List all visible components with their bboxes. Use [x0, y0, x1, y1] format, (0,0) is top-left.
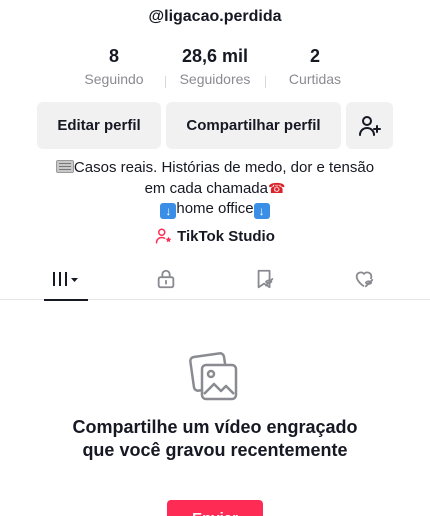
share-profile-button[interactable]: Compartilhar perfil [166, 102, 341, 149]
stat-followers-label: Seguidores [179, 71, 251, 87]
profile-page: @ligacao.perdida 8 Seguindo 28,6 mil Seg… [0, 0, 430, 516]
profile-username: @ligacao.perdida [148, 8, 282, 25]
tiktok-studio-label: TikTok Studio [177, 227, 275, 245]
tab-videos[interactable] [44, 258, 88, 301]
bio-line-1: Casos reais. Histórias de medo, dor e te… [0, 158, 430, 178]
telephone-icon: ☎ [267, 180, 286, 196]
active-tab-indicator [44, 299, 88, 301]
tab-private[interactable] [144, 258, 188, 300]
profile-stats: 8 Seguindo 28,6 mil Seguidores 2 Curtida… [0, 46, 430, 92]
edit-profile-button[interactable]: Editar perfil [37, 102, 161, 149]
profile-bio: Casos reais. Histórias de medo, dor e te… [0, 158, 430, 219]
stat-likes[interactable]: 2 Curtidas [265, 46, 365, 88]
add-user-icon [358, 115, 381, 136]
down-arrow-icon: ↓ [160, 203, 177, 219]
stat-likes-value: 2 [309, 46, 320, 66]
photos-icon [189, 352, 238, 401]
stat-followers[interactable]: 28,6 mil Seguidores [165, 46, 265, 88]
stat-following[interactable]: 8 Seguindo [64, 46, 164, 88]
stat-likes-label: Curtidas [288, 71, 342, 87]
grid-bars-icon [53, 272, 78, 286]
add-friend-button[interactable] [346, 102, 393, 149]
down-arrow-icon: ↓ [253, 203, 270, 219]
lock-icon [157, 269, 175, 289]
stat-following-value: 8 [108, 46, 119, 66]
repost-hidden-icon [257, 269, 274, 289]
profile-tabs [0, 258, 430, 301]
newspaper-icon [55, 160, 74, 173]
tab-reposts[interactable] [243, 258, 287, 300]
stat-followers-value: 28,6 mil [181, 46, 249, 66]
heart-hidden-icon [355, 271, 374, 288]
tiktok-studio-link[interactable]: TikTok Studio [0, 226, 430, 246]
upload-button[interactable]: Enviar [167, 500, 263, 516]
stat-following-label: Seguindo [84, 71, 144, 87]
person-star-icon [155, 228, 172, 244]
bio-line-3: ↓ home office ↓ [0, 199, 430, 219]
empty-state-message: Compartilhe um vídeo engraçado que você … [72, 417, 358, 460]
bio-line-2: em cada chamada☎ [144, 180, 286, 197]
tab-liked[interactable] [342, 258, 386, 300]
